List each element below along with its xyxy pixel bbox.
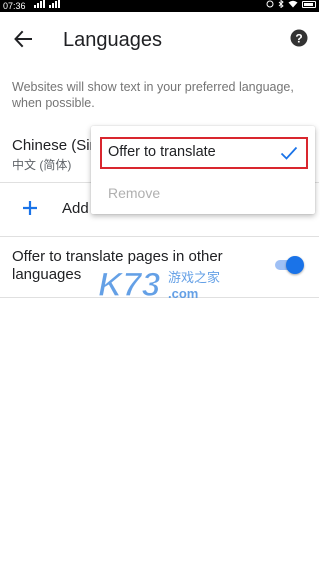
watermark-logo: K73 <box>98 266 160 304</box>
k73-watermark: K73 游戏之家 .com <box>97 265 220 304</box>
plus-icon <box>23 201 37 215</box>
divider <box>0 236 319 237</box>
alarm-icon <box>266 0 274 8</box>
battery-icon <box>302 0 316 8</box>
menu-item-label: Offer to translate <box>108 144 216 160</box>
signal-icon <box>34 0 62 12</box>
description-text: Websites will show text in your preferre… <box>12 80 294 110</box>
bluetooth-icon <box>278 0 284 8</box>
status-time: 07:36 <box>3 1 26 11</box>
watermark-subtext: 游戏之家 <box>168 270 220 286</box>
menu-item-offer-to-translate[interactable]: Offer to translate <box>100 137 308 169</box>
watermark-domain: .com <box>168 286 198 301</box>
svg-text:?: ? <box>295 32 302 46</box>
app-bar: Languages ? <box>0 12 319 68</box>
check-icon <box>280 146 298 160</box>
back-button[interactable] <box>8 24 38 54</box>
help-button[interactable]: ? <box>289 28 309 48</box>
language-native-name: 中文 (简体) <box>12 158 72 172</box>
status-icons <box>266 0 316 8</box>
arrow-back-icon <box>14 30 32 48</box>
language-name: Chinese (Sim <box>12 137 103 154</box>
status-bar: 07:36 <box>0 0 319 12</box>
page-title: Languages <box>63 29 162 51</box>
wifi-icon <box>288 0 298 8</box>
toggle-thumb <box>286 256 304 274</box>
language-options-menu: Offer to translate Remove <box>91 126 315 214</box>
menu-item-remove[interactable]: Remove <box>108 185 160 201</box>
add-language-label: Add <box>62 200 89 217</box>
help-icon: ? <box>290 29 308 47</box>
offer-translate-toggle[interactable] <box>273 256 305 274</box>
